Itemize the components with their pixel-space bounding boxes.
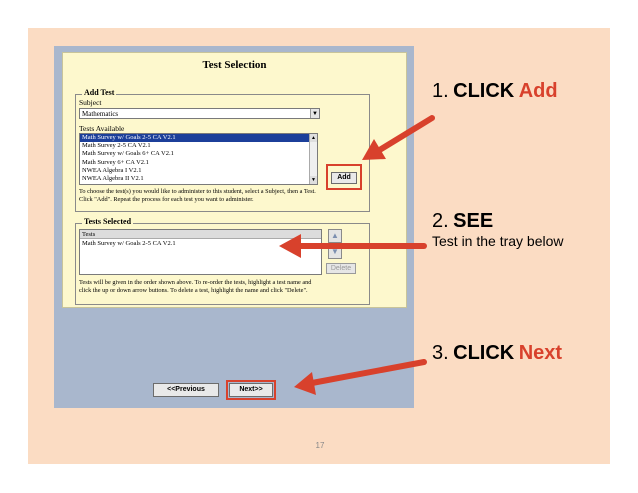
delete-button[interactable]: Delete xyxy=(326,263,356,274)
step2-action: SEE xyxy=(453,210,494,232)
move-up-button[interactable]: ▲ xyxy=(328,229,342,243)
tests-available-label: Tests Available xyxy=(79,124,125,133)
next-button-highlight xyxy=(226,380,276,400)
step2-callout: 2. SEE Test in the tray below xyxy=(432,210,564,249)
subject-label: Subject xyxy=(79,98,102,107)
window-title: Test Selection xyxy=(202,59,267,71)
step1-target: Add xyxy=(518,80,558,102)
tests-selected-legend: Tests Selected xyxy=(82,217,134,226)
list-item[interactable]: Math Survey 6+ CA V2.1 xyxy=(80,159,317,167)
list-item[interactable]: Math Survey w/ Goals 2-5 CA V2.1 xyxy=(80,134,317,143)
list-item[interactable]: NWEA Algebra I V2.1 xyxy=(80,167,317,175)
chevron-down-icon[interactable]: ▼ xyxy=(310,109,319,118)
step1-action: CLICK xyxy=(453,80,515,102)
tests-selected-instructions-1: Tests will be given in the order shown a… xyxy=(79,279,312,286)
previous-button[interactable]: <<Previous xyxy=(153,383,219,397)
table-row[interactable]: Math Survey w/ Goals 2-5 CA V2.1 xyxy=(80,239,321,248)
list-scrollbar[interactable]: ▲ ▼ xyxy=(309,134,317,184)
tests-column-header: Tests xyxy=(80,230,321,239)
list-item[interactable]: NWEA Algebra II V2.1 xyxy=(80,175,317,183)
add-test-instructions-2: Click "Add". Repeat the process for each… xyxy=(79,196,254,203)
step3-number: 3. xyxy=(432,342,449,364)
step2-detail: Test in the tray below xyxy=(432,233,564,249)
step1-callout: 1. CLICK Add xyxy=(432,80,558,103)
step3-callout: 3. CLICK Next xyxy=(432,342,562,365)
add-button-highlight xyxy=(326,164,362,190)
scroll-up-icon[interactable]: ▲ xyxy=(310,134,317,142)
move-down-button[interactable]: ▼ xyxy=(328,245,342,259)
step2-number: 2. xyxy=(432,210,449,232)
add-test-legend: Add Test xyxy=(82,88,117,97)
step1-number: 1. xyxy=(432,80,449,102)
list-item[interactable]: Math Survey w/ Goals 6+ CA V2.1 xyxy=(80,150,317,158)
tests-available-list[interactable]: Math Survey w/ Goals 2-5 CA V2.1 Math Su… xyxy=(79,133,318,185)
tests-selected-tray[interactable]: Tests Math Survey w/ Goals 2-5 CA V2.1 xyxy=(79,229,322,275)
step3-target: Next xyxy=(518,342,563,364)
list-item[interactable]: Math Survey 2-5 CA V2.1 xyxy=(80,142,317,150)
scroll-down-icon[interactable]: ▼ xyxy=(310,176,317,184)
subject-select[interactable]: Mathematics ▼ xyxy=(79,108,320,119)
step3-action: CLICK xyxy=(453,342,515,364)
tests-selected-instructions-2: click the up or down arrow buttons. To d… xyxy=(79,287,308,294)
page-number: 17 xyxy=(315,441,325,450)
subject-select-value: Mathematics xyxy=(82,110,119,118)
